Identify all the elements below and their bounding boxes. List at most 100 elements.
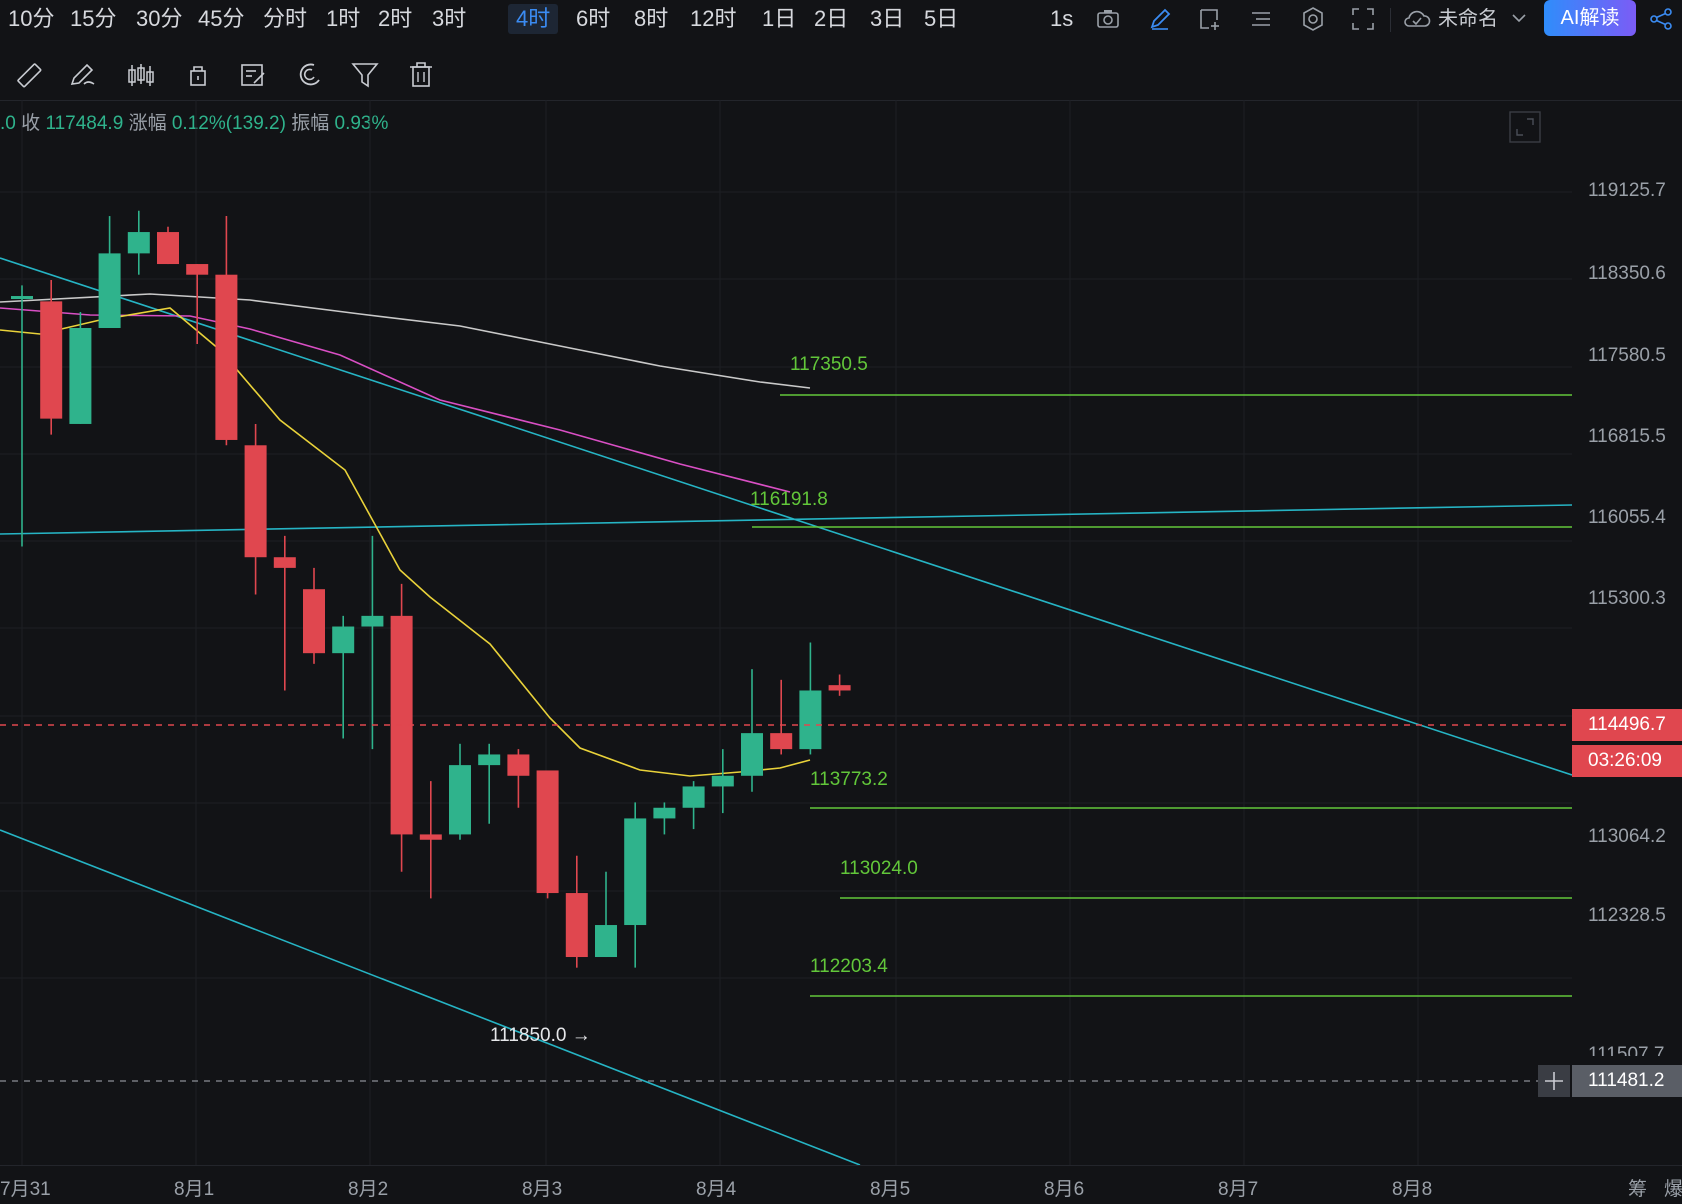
timeframe-5[interactable]: 1时 [318, 4, 368, 34]
candle-body [449, 765, 471, 835]
candle-body [595, 925, 617, 958]
filter-icon[interactable] [350, 60, 380, 90]
trash-icon[interactable] [406, 60, 436, 90]
candle-body [507, 754, 530, 776]
timeframe-15[interactable]: 5日 [916, 4, 966, 34]
price-tick: 119125.7 [1588, 180, 1666, 201]
timeframe-11[interactable]: 12时 [682, 4, 744, 34]
candle-body [11, 296, 33, 300]
chevron-down-icon[interactable] [1510, 8, 1528, 28]
timeframe-12[interactable]: 1日 [754, 4, 804, 34]
date-tick: 7月31 [0, 1179, 51, 1200]
timeframe-13[interactable]: 2日 [806, 4, 856, 34]
pencil-icon[interactable] [68, 60, 98, 90]
candle-body [536, 770, 559, 894]
date-tick: 8月2 [348, 1179, 389, 1200]
timeframe-0[interactable]: 10分 [0, 4, 62, 34]
camera-icon[interactable] [1095, 6, 1121, 32]
timeframe-7[interactable]: 3时 [424, 4, 474, 34]
candle-body [770, 733, 793, 750]
candlestick-chart[interactable]: 117350.5 116191.8 113773.2 113024.0 112203.4… [0, 100, 1572, 1165]
timeframe-9[interactable]: 6时 [568, 4, 618, 34]
candles-icon[interactable] [126, 60, 156, 90]
price-tick: 116815.5 [1588, 426, 1666, 448]
candle-body [565, 893, 588, 958]
cloud-icon [1402, 6, 1432, 32]
candle-body [478, 754, 501, 766]
ruler-icon[interactable] [14, 60, 44, 90]
lock-icon[interactable] [183, 60, 213, 90]
candle-body [273, 557, 296, 568]
level-label: 113024.0 [840, 858, 918, 879]
candle-body [303, 589, 325, 654]
candle-body [682, 786, 705, 808]
candle-body [127, 232, 150, 254]
date-tick: 8月1 [174, 1179, 215, 1200]
magnet-icon[interactable] [294, 60, 324, 90]
price-tick: 116055.4 [1588, 507, 1666, 529]
crosshair-price-badge: 111481.2 [1572, 1065, 1682, 1097]
candle-body [419, 834, 442, 840]
settings-icon[interactable] [1300, 6, 1326, 32]
price-axis[interactable]: 119125.7 118350.6 117580.5 116815.5 116055.4… [1572, 100, 1682, 1165]
timeframe-8[interactable]: 4时 [508, 4, 559, 34]
price-tick: 118350.6 [1588, 262, 1666, 284]
indicator-list-icon[interactable] [1248, 6, 1274, 32]
level-label: 117350.5 [790, 354, 868, 375]
level-label: 113773.2 [810, 769, 888, 790]
candle-body [741, 733, 763, 776]
liquidation-button[interactable]: 爆 [1664, 1174, 1682, 1201]
timeframe-1[interactable]: 15分 [62, 4, 124, 34]
layout-name[interactable]: 未命名 [1438, 4, 1498, 34]
toolbar-divider [1390, 8, 1391, 32]
candle-body [653, 807, 676, 819]
interval-1s[interactable]: 1s [1042, 4, 1081, 34]
price-tick-partial: 111507.7 [1588, 1044, 1665, 1056]
level-label: 112203.4 [810, 956, 888, 977]
price-tick: 115300.3 [1588, 587, 1666, 609]
date-tick: 8月8 [1392, 1179, 1433, 1200]
timeframe-2[interactable]: 30分 [128, 4, 190, 34]
ma-gray-line [0, 293, 811, 389]
date-axis[interactable]: 7月31 8月1 8月2 8月3 8月4 8月5 8月6 8月7 8月8 筹爆 [0, 1165, 1682, 1204]
current-price-badge: 114496.7 [1572, 709, 1682, 741]
level-label: 116191.8 [750, 489, 828, 510]
timeframe-14[interactable]: 3日 [862, 4, 912, 34]
candle-body [799, 690, 822, 750]
candle-body [624, 818, 647, 926]
note-icon[interactable] [238, 60, 268, 90]
drawing-toolbar [0, 50, 1682, 101]
add-alert-icon[interactable] [1538, 1065, 1570, 1097]
ma-magenta-line [0, 307, 791, 493]
share-icon[interactable] [1648, 6, 1674, 32]
date-tick: 8月6 [1044, 1179, 1085, 1200]
candle-body [332, 626, 355, 654]
candle-body [69, 328, 92, 424]
candle-body [98, 253, 121, 329]
candle-body [828, 685, 851, 691]
timeframe-4[interactable]: 分时 [255, 4, 315, 34]
timeframe-10[interactable]: 8时 [626, 4, 676, 34]
candle-body [157, 232, 179, 265]
date-tick: 8月5 [870, 1179, 911, 1200]
timeframe-3[interactable]: 45分 [190, 4, 252, 34]
ai-interpret-button[interactable]: AI解读 [1544, 0, 1636, 36]
fullscreen-icon[interactable] [1350, 6, 1376, 32]
date-tick: 8月3 [522, 1179, 563, 1200]
price-tick: 112328.5 [1588, 904, 1666, 926]
timeframe-toolbar: 10分 15分 30分 45分 分时 1时 2时 3时 4时 6时 8时 12时 1日 2日 3日 5日 1s… [0, 0, 1682, 40]
candle-body [215, 274, 238, 440]
chip-distribution-button[interactable]: 筹 [1628, 1174, 1647, 1201]
candle-body [186, 264, 209, 275]
candle-body [711, 775, 734, 787]
timeframe-6[interactable]: 2时 [370, 4, 420, 34]
date-tick: 8月4 [696, 1179, 737, 1200]
low-marker-label: 111850.0 → [490, 1025, 591, 1046]
candle-body [361, 615, 384, 627]
add-window-icon[interactable] [1197, 6, 1223, 32]
countdown-badge: 03:26:09 [1572, 745, 1682, 777]
date-tick: 8月7 [1218, 1179, 1259, 1200]
candle-body [40, 301, 63, 419]
price-tick: 117580.5 [1588, 344, 1666, 366]
draw-pen-icon[interactable] [1147, 6, 1173, 32]
